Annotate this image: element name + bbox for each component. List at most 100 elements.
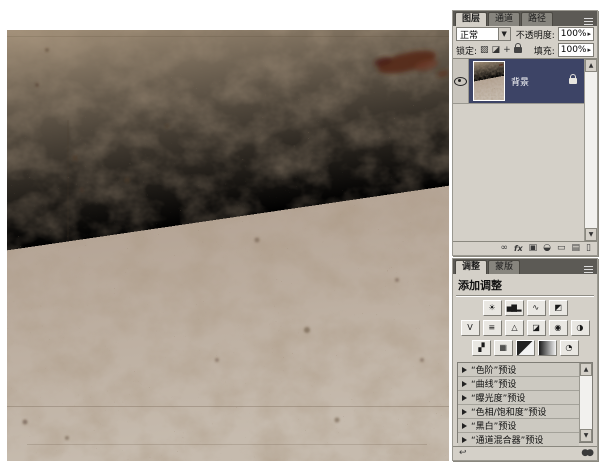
layers-scrollbar[interactable]: ▲ ▼ xyxy=(584,59,597,241)
preset-row[interactable]: “通道混合器”预设 xyxy=(458,433,579,447)
preset-rows: “色阶”预设 “曲线”预设 “曝光度”预设 “色相/饱和度”预设 “黑白”预设 … xyxy=(458,363,579,460)
panel-dock: 图层 通道 路径 正常 ▼ 不透明度: 100% ▸ 锁定: ▨ ◪ + 填充: 100… xyxy=(452,10,598,461)
layer-list: 背景 ▲ ▼ xyxy=(453,58,597,241)
panel-tab[interactable]: 蒙版 xyxy=(488,260,521,274)
document-canvas[interactable] xyxy=(7,30,449,461)
adjustments-panel-tabbar: 调整 蒙版 xyxy=(453,259,597,274)
clip-to-layer-icon[interactable]: ●● xyxy=(581,448,594,459)
posterize-icon[interactable]: ▦ xyxy=(493,340,513,356)
link-layers-icon[interactable]: ∞ xyxy=(501,243,509,254)
preset-row[interactable]: “曲线”预设 xyxy=(458,377,579,391)
preset-label: “通道混合器”预设 xyxy=(471,436,544,446)
adjustment-row-3: ▞▦◨▥◔ xyxy=(457,340,593,356)
channel-mixer-icon[interactable]: ◑ xyxy=(570,320,590,336)
preset-label: “曲线”预设 xyxy=(471,380,517,390)
gradient-map-icon[interactable]: ▥ xyxy=(537,340,557,356)
layer-row-background[interactable]: 背景 xyxy=(453,59,584,104)
preset-row[interactable]: “色阶”预设 xyxy=(458,363,579,377)
fill-label: 填充: xyxy=(533,46,555,57)
lock-buttons: ▨ ◪ + xyxy=(480,45,511,55)
adjustment-row-1: ☀ ▅▇▂ ∿ ◩ xyxy=(457,300,593,316)
curves-icon[interactable]: ∿ xyxy=(526,300,546,316)
layer-rows: 背景 xyxy=(453,59,584,241)
scroll-down-icon[interactable]: ▼ xyxy=(585,228,597,241)
brightness-contrast-icon[interactable]: ☀ xyxy=(482,300,502,316)
chevron-down-icon[interactable]: ▼ xyxy=(497,28,510,40)
selective-color-icon[interactable]: ◔ xyxy=(559,340,579,356)
levels-icon[interactable]: ▅▇▂ xyxy=(504,300,524,316)
panel-tab[interactable]: 路径 xyxy=(521,12,554,26)
opacity-value: 100% xyxy=(560,29,587,39)
layers-panel: 图层 通道 路径 正常 ▼ 不透明度: 100% ▸ 锁定: ▨ ◪ + 填充: 100… xyxy=(452,10,598,256)
new-group-icon[interactable]: ▭ xyxy=(557,243,566,254)
layer-row-selected[interactable]: 背景 xyxy=(469,59,584,103)
expand-arrow-icon[interactable] xyxy=(462,422,467,429)
preset-label: “曝光度”预设 xyxy=(471,394,526,404)
layer-name: 背景 xyxy=(511,77,530,88)
layer-lock-icon xyxy=(569,74,577,84)
black-white-icon[interactable]: ◪ xyxy=(526,320,546,336)
color-balance-icon[interactable]: △ xyxy=(504,320,524,336)
invert-icon[interactable]: ▞ xyxy=(471,340,491,356)
blend-mode-value: 正常 xyxy=(460,30,479,41)
preset-label: “黑白”预设 xyxy=(471,422,517,432)
expand-arrow-icon[interactable] xyxy=(462,380,467,387)
adjustments-title: 添加调整 xyxy=(458,279,502,292)
panel-tab[interactable]: 图层 xyxy=(455,12,488,26)
scroll-down-icon[interactable]: ▼ xyxy=(580,429,592,442)
layers-panel-footer: ∞ fx ▣ ◒ ▭ ▤ ▯ xyxy=(453,241,597,255)
opacity-field[interactable]: 100% ▸ xyxy=(557,27,594,41)
fill-slider-arrow-icon[interactable]: ▸ xyxy=(587,46,591,54)
adjustment-layer-icon[interactable]: ◒ xyxy=(543,243,551,254)
opacity-slider-arrow-icon[interactable]: ▸ xyxy=(587,30,591,38)
hue-saturation-icon[interactable]: ≡ xyxy=(482,320,502,336)
eye-icon xyxy=(454,76,467,86)
presets-scrollbar[interactable]: ▲ ▼ xyxy=(579,363,592,442)
switch-panel-view-icon[interactable]: ↩ xyxy=(459,448,467,459)
lock-all-icon[interactable] xyxy=(513,43,522,53)
lock-pixels-icon[interactable]: ◪ xyxy=(492,45,501,55)
adjustment-icon-grid: ☀▅▇▂∿◩ V≡△◪◉◑ ▞▦◨▥◔ xyxy=(453,296,597,358)
preset-row[interactable]: “黑白”预设 xyxy=(458,419,579,433)
preset-label: “色阶”预设 xyxy=(471,366,517,376)
lock-label: 锁定: xyxy=(456,46,478,57)
panel-tab[interactable]: 调整 xyxy=(455,260,488,274)
adjustment-row-2: V ≡ △ ◪ ◉ ◑ xyxy=(457,320,593,336)
panel-tab[interactable]: 通道 xyxy=(488,12,521,26)
lock-row: 锁定: ▨ ◪ + 填充: 100% ▸ xyxy=(453,42,597,58)
blend-mode-row: 正常 ▼ 不透明度: 100% ▸ xyxy=(453,26,597,42)
fill-field[interactable]: 100% ▸ xyxy=(557,43,594,57)
scroll-up-icon[interactable]: ▲ xyxy=(580,363,592,376)
scroll-up-icon[interactable]: ▲ xyxy=(585,59,597,72)
layer-thumbnail xyxy=(473,61,505,101)
preset-label: “色相/饱和度”预设 xyxy=(471,408,547,418)
fill-value: 100% xyxy=(560,45,587,55)
new-layer-icon[interactable]: ▤ xyxy=(572,243,581,254)
vibrance-icon[interactable]: V xyxy=(460,320,480,336)
blend-mode-select[interactable]: 正常 ▼ xyxy=(456,27,511,41)
preset-list: “色阶”预设 “曲线”预设 “曝光度”预设 “色相/饱和度”预设 “黑白”预设 … xyxy=(457,362,593,460)
adjustments-panel-footer: ↩ ●● xyxy=(453,446,597,460)
lock-position-icon[interactable]: + xyxy=(503,45,511,55)
expand-arrow-icon[interactable] xyxy=(462,408,467,415)
visibility-cell[interactable] xyxy=(453,59,469,103)
opacity-label: 不透明度: xyxy=(515,30,555,41)
expand-arrow-icon[interactable] xyxy=(462,394,467,401)
adjustments-panel: 调整蒙版 添加调整 ☀▅▇▂∿◩ V≡△◪◉◑ ▞▦◨▥◔ “色阶”预设 “曲线… xyxy=(452,258,598,461)
layers-panel-tabbar: 图层 通道 路径 xyxy=(453,11,597,26)
layer-mask-icon[interactable]: ▣ xyxy=(529,243,538,254)
layer-style-icon[interactable]: fx xyxy=(514,243,523,254)
preset-row[interactable]: “色相/饱和度”预设 xyxy=(458,405,579,419)
expand-arrow-icon[interactable] xyxy=(462,436,467,443)
panel-menu-icon[interactable] xyxy=(582,264,595,274)
delete-layer-icon[interactable]: ▯ xyxy=(586,243,591,254)
photoshop-workspace: { "canvas": { "content": "grunge-texture… xyxy=(0,0,600,467)
photo-filter-icon[interactable]: ◉ xyxy=(548,320,568,336)
threshold-icon[interactable]: ◨ xyxy=(515,340,535,356)
panel-menu-icon[interactable] xyxy=(582,16,595,26)
exposure-icon[interactable]: ◩ xyxy=(548,300,568,316)
lock-transparency-icon[interactable]: ▨ xyxy=(480,45,489,55)
texture-image xyxy=(7,30,449,461)
preset-row[interactable]: “曝光度”预设 xyxy=(458,391,579,405)
expand-arrow-icon[interactable] xyxy=(462,366,467,373)
